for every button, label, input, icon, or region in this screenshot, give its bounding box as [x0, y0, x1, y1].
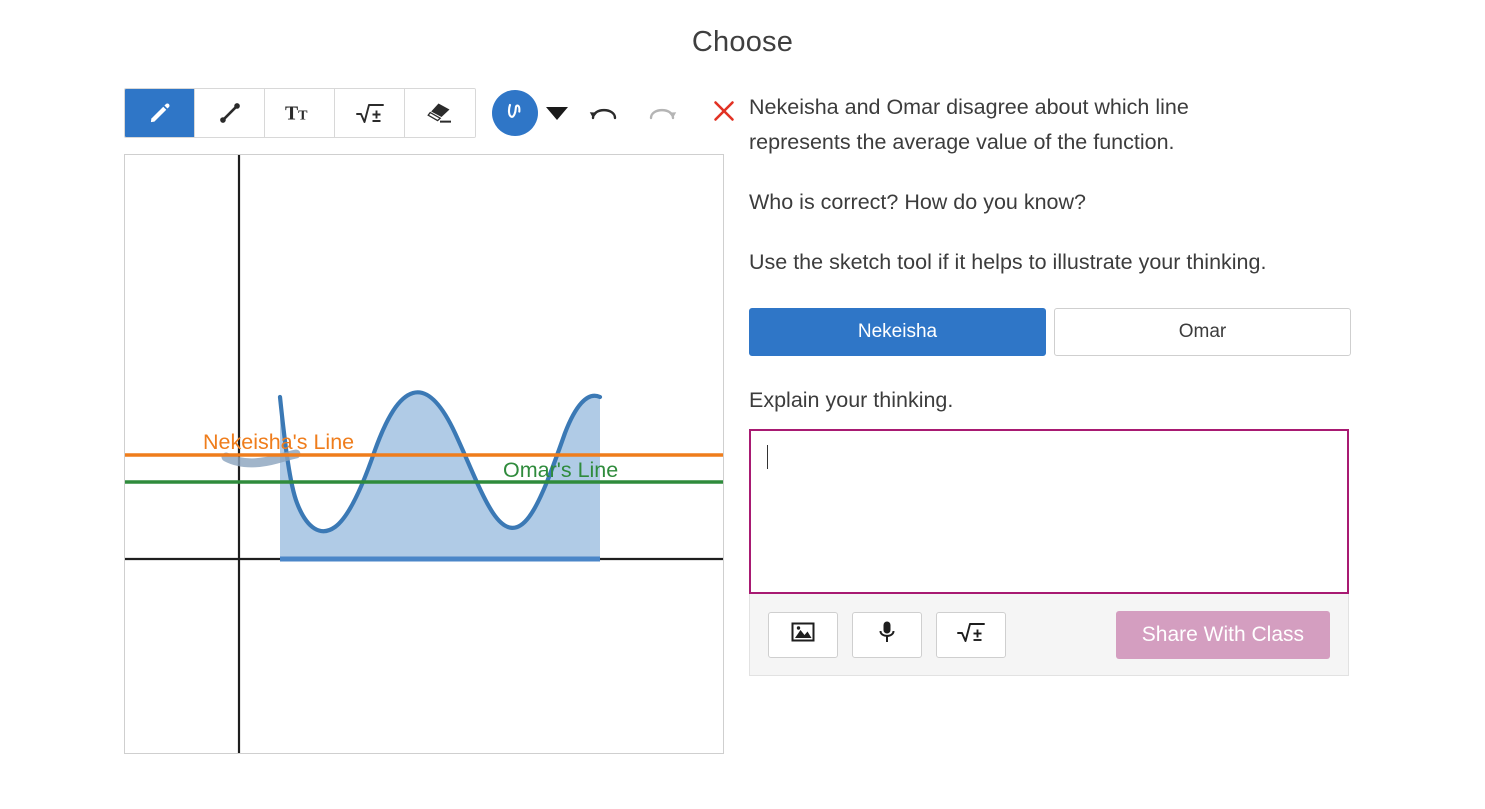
graph-svg: Nekeisha's Line Omar's Line — [125, 155, 723, 753]
text-cursor — [767, 445, 768, 469]
line-icon — [217, 100, 243, 126]
undo-button[interactable] — [582, 91, 626, 135]
stroke-style-dropdown[interactable] — [546, 106, 568, 120]
undo-icon — [588, 98, 620, 129]
sketch-panel: T T Nekeisha's Line Omar's Line — [124, 88, 734, 758]
answer-card: Share With Class — [749, 429, 1349, 676]
tool-math[interactable] — [335, 89, 405, 137]
math-input-button[interactable] — [936, 611, 1006, 658]
nekeisha-line-label: Nekeisha's Line — [203, 430, 354, 454]
sketch-toolbar: T T — [124, 88, 746, 138]
redo-icon — [646, 98, 678, 129]
page-title: Choose — [691, 26, 794, 58]
math-icon — [956, 619, 986, 650]
answer-textarea[interactable] — [749, 429, 1349, 594]
choice-button-nekeisha[interactable]: Nekeisha — [749, 308, 1046, 356]
text-icon: T T — [285, 101, 315, 125]
svg-text:T: T — [298, 108, 308, 124]
drawing-tool-group: T T — [124, 88, 476, 138]
svg-text:T: T — [285, 103, 298, 125]
tool-line[interactable] — [195, 89, 265, 137]
add-image-button[interactable] — [768, 611, 838, 658]
eraser-icon — [426, 100, 454, 126]
microphone-icon — [877, 620, 897, 649]
image-icon — [791, 621, 815, 648]
tool-text[interactable]: T T — [265, 89, 335, 137]
tool-eraser[interactable] — [405, 89, 475, 137]
close-sketch-button[interactable] — [702, 91, 746, 135]
math-icon — [355, 100, 385, 126]
stroke-style-button[interactable] — [492, 90, 538, 136]
graph-canvas[interactable]: Nekeisha's Line Omar's Line — [124, 154, 724, 754]
question-paragraph-2: Who is correct? How do you know? — [749, 190, 1086, 214]
explain-prompt-label: Explain your thinking. — [749, 388, 954, 412]
pencil-icon — [147, 100, 173, 126]
record-audio-button[interactable] — [852, 611, 922, 658]
omar-line-label: Omar's Line — [503, 458, 618, 482]
close-icon — [711, 98, 737, 129]
question-paragraph-3: Use the sketch tool if it helps to illus… — [749, 250, 1267, 274]
choice-button-row: Nekeisha Omar — [749, 308, 1351, 356]
question-panel: Nekeisha and Omar disagree about which l… — [749, 90, 1351, 676]
tool-pencil[interactable] — [125, 89, 195, 137]
question-paragraph-1: Nekeisha and Omar disagree about which l… — [749, 95, 1189, 154]
choice-button-omar[interactable]: Omar — [1054, 308, 1351, 356]
redo-button[interactable] — [640, 91, 684, 135]
answer-toolbar: Share With Class — [749, 594, 1349, 676]
share-with-class-button[interactable]: Share With Class — [1115, 610, 1330, 659]
squiggle-icon — [502, 98, 528, 129]
